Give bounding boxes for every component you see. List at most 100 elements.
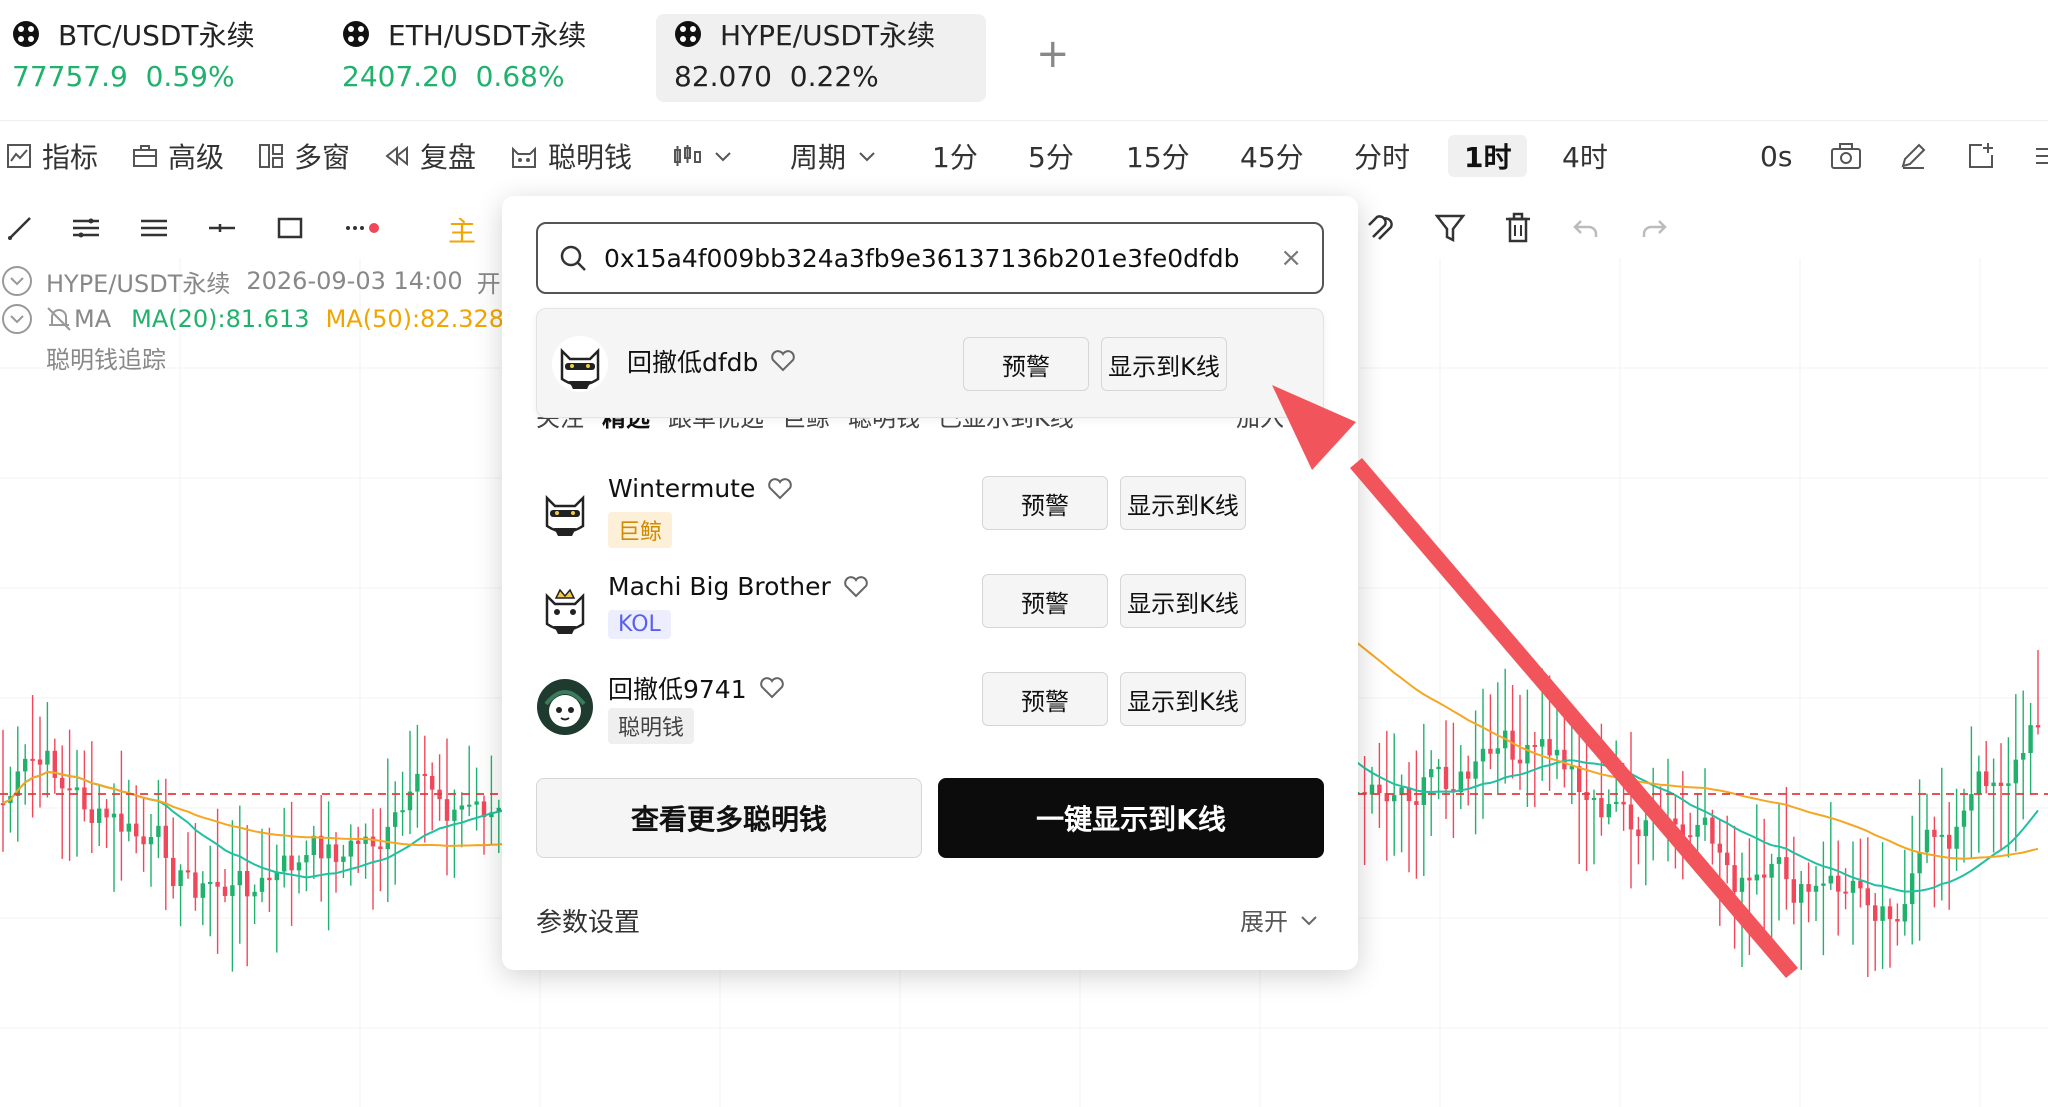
candle-body: [37, 759, 43, 765]
list-item[interactable]: 回撤低9741 聪明钱 预警 显示到K线: [536, 670, 1324, 760]
trendline-tool[interactable]: [0, 208, 40, 248]
period-dropdown[interactable]: 周期: [790, 135, 878, 177]
search-result-card[interactable]: 回撤低dfdb 预警 显示到K线: [536, 308, 1324, 418]
more-tools[interactable]: [342, 208, 382, 248]
list-item[interactable]: Wintermute 巨鲸 预警 显示到K线: [536, 474, 1324, 564]
expand-button[interactable]: 展开: [1240, 902, 1320, 937]
show-on-chart-button[interactable]: 显示到K线: [1120, 672, 1246, 726]
chart-type-dropdown[interactable]: [672, 135, 744, 177]
pair-price: 82.070 0.22%: [674, 60, 879, 93]
more-menu-button[interactable]: [2032, 135, 2048, 177]
pair-tab-hype[interactable]: HYPE/USDT永续 82.070 0.22%: [656, 14, 986, 102]
interval-15m[interactable]: 15分: [1126, 135, 1190, 177]
candle-body: [245, 870, 250, 897]
candle-body: [156, 825, 161, 837]
interval-1m[interactable]: 1分: [932, 135, 978, 177]
candle-body: [1806, 884, 1811, 892]
smart-money-label: 聪明钱: [548, 141, 633, 174]
candle-body: [1947, 834, 1952, 849]
parallel-channel-tool[interactable]: [66, 208, 106, 248]
bell-off-icon[interactable]: [44, 304, 74, 334]
candle-body: [1895, 919, 1900, 922]
cat-icon: [512, 146, 536, 168]
candle-body: [356, 840, 361, 844]
candle-body: [1688, 835, 1693, 838]
candle-body: [1436, 766, 1441, 770]
redo-button[interactable]: [1634, 208, 1674, 248]
alert-button[interactable]: 预警: [982, 672, 1108, 726]
candle-body: [1702, 817, 1708, 825]
show-all-on-chart-button[interactable]: 一键显示到K线: [938, 778, 1324, 858]
candle-body: [1828, 875, 1833, 884]
replay-button[interactable]: 复盘: [384, 135, 476, 177]
alert-button[interactable]: 预警: [982, 476, 1108, 530]
filter-icon: [1434, 214, 1466, 243]
pair-name: BTC/USDT永续: [58, 19, 255, 52]
view-more-smart-money-button[interactable]: 查看更多聪明钱: [536, 778, 922, 858]
heart-icon[interactable]: [759, 676, 785, 700]
collapse-circle-icon[interactable]: [0, 302, 34, 336]
address-search-input[interactable]: 0x15a4f009bb324a3fb9e36137136b201e3fe0df…: [536, 222, 1324, 294]
collapse-circle-icon[interactable]: [0, 264, 34, 298]
alert-button[interactable]: 预警: [982, 574, 1108, 628]
candle-body: [2006, 783, 2011, 786]
candle-body: [1747, 877, 1752, 881]
pencil-button[interactable]: [1898, 135, 1938, 177]
avatar: [537, 483, 593, 539]
delete-tool[interactable]: [1498, 208, 1538, 248]
candle-body: [282, 855, 287, 872]
horizontal-ray-icon: [209, 224, 235, 232]
candle-body: [1991, 782, 1996, 787]
candle-body: [467, 804, 472, 807]
candle-body: [1614, 801, 1619, 805]
result-show-on-chart-button[interactable]: 显示到K线: [1101, 337, 1227, 391]
result-name: 回撤低dfdb: [627, 343, 796, 379]
pair-tab-btc[interactable]: BTC/USDT永续 77757.9 0.59%: [12, 14, 312, 102]
filter-tool[interactable]: [1430, 208, 1470, 248]
avatar: [537, 679, 593, 735]
candle-body: [1762, 874, 1767, 878]
magnet-tool[interactable]: [1362, 208, 1402, 248]
camera-button[interactable]: [1830, 135, 1872, 177]
add-panel-button[interactable]: [1966, 135, 2006, 177]
candle-body: [1547, 739, 1552, 756]
candle-body: [400, 810, 405, 813]
show-on-chart-button[interactable]: 显示到K线: [1120, 574, 1246, 628]
candle-body: [1651, 811, 1656, 821]
add-tab-button[interactable]: +: [1036, 34, 1070, 74]
candle-body: [1880, 906, 1885, 921]
candle-body: [1488, 748, 1493, 754]
pencil-icon: [1901, 143, 1926, 169]
interval-timeshare[interactable]: 分时: [1354, 135, 1410, 177]
candle-body: [474, 801, 479, 805]
horizontal-ray-tool[interactable]: [202, 208, 242, 248]
advanced-button[interactable]: 高级: [132, 135, 224, 177]
indicator-button[interactable]: 指标: [6, 135, 98, 177]
candle-body: [348, 840, 353, 857]
heart-icon[interactable]: [770, 349, 796, 373]
candle-body: [415, 773, 420, 792]
chevron-down-icon: [715, 152, 731, 162]
menu-icon: [2036, 148, 2048, 164]
undo-button[interactable]: [1566, 208, 1606, 248]
clear-icon[interactable]: ×: [1280, 243, 1302, 273]
interval-4h[interactable]: 4时: [1562, 135, 1608, 177]
indicator-icon: [7, 144, 31, 168]
show-on-chart-button[interactable]: 显示到K线: [1120, 476, 1246, 530]
pair-tab-eth[interactable]: ETH/USDT永续 2407.20 0.68%: [342, 14, 642, 102]
interval-45m[interactable]: 45分: [1240, 135, 1304, 177]
interval-1h[interactable]: 1时: [1448, 135, 1528, 177]
candle-body: [67, 788, 72, 791]
multi-window-button[interactable]: 多窗: [258, 135, 350, 177]
heart-icon[interactable]: [843, 575, 869, 599]
candle-body: [193, 872, 198, 898]
result-alert-button[interactable]: 预警: [963, 337, 1089, 391]
legend-ma20: MA(20):81.613: [131, 305, 310, 333]
interval-5m[interactable]: 5分: [1028, 135, 1074, 177]
smart-money-button[interactable]: 聪明钱: [510, 135, 632, 177]
heart-icon[interactable]: [767, 477, 793, 501]
rectangle-tool[interactable]: [270, 208, 310, 248]
list-item[interactable]: Machi Big Brother KOL 预警 显示到K线: [536, 572, 1324, 662]
horizontal-lines-tool[interactable]: [134, 208, 174, 248]
main-indicator-tab[interactable]: 主: [448, 210, 476, 250]
